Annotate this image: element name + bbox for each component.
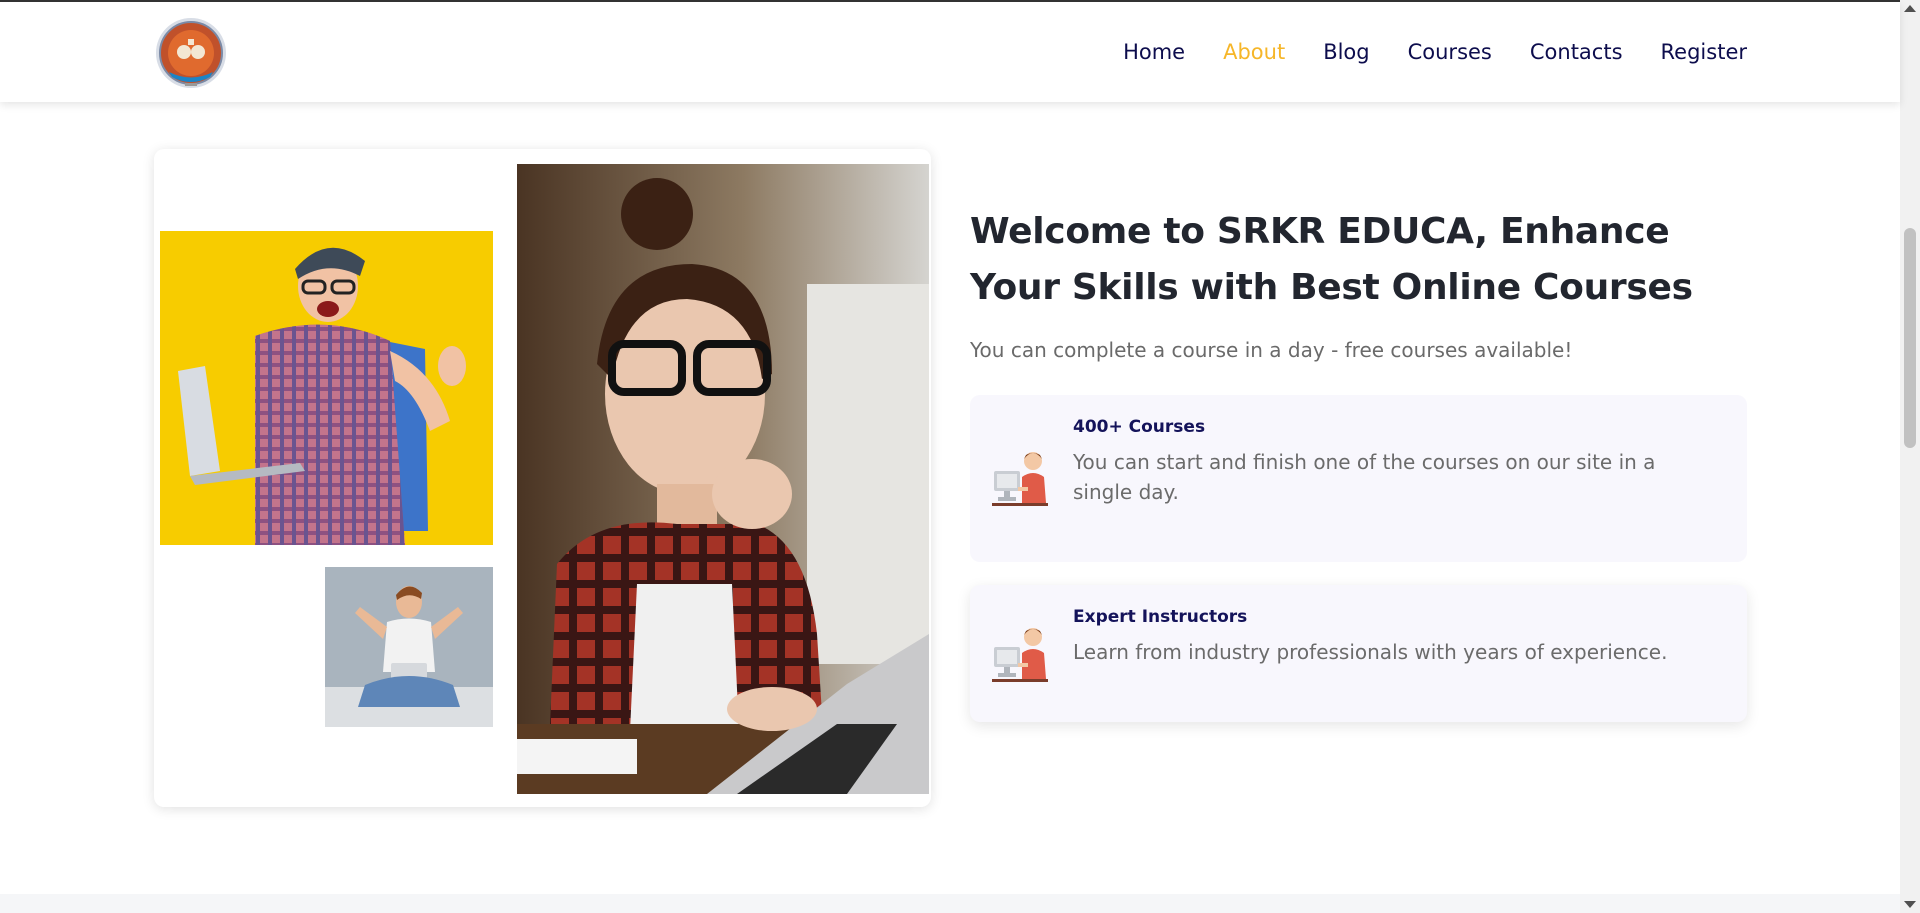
nav-courses-link[interactable]: Courses [1408,40,1492,64]
nav-contacts-link[interactable]: Contacts [1530,40,1623,64]
feature-text-courses: 400+ Courses You can start and finish on… [1073,417,1717,507]
feature-card-courses: 400+ Courses You can start and finish on… [970,395,1747,562]
about-headline: Welcome to SRKR EDUCA, Enhance Your Skil… [970,211,1693,308]
feature-description: You can start and finish one of the cour… [1073,450,1656,504]
feature-card-instructors: Expert Instructors Learn from industry p… [970,585,1747,722]
student-with-laptop-photo [160,231,493,545]
excited-man-photo [325,567,493,727]
woman-working-on-laptop-photo [517,164,929,794]
feature-title: Expert Instructors [1073,607,1248,627]
nav-blog-link[interactable]: Blog [1323,40,1369,64]
feature-title: 400+ Courses [1073,417,1206,437]
student-at-computer-icon [992,447,1048,507]
main-nav: Home About Blog Courses Contacts Registe… [1123,2,1747,102]
scrollbar-thumb[interactable] [1904,228,1916,448]
scroll-down-icon[interactable] [1904,901,1916,908]
feature-description: Learn from industry professionals with y… [1073,640,1668,664]
image-collage-card [154,149,931,807]
site-logo[interactable] [155,17,227,89]
page-scrollbar[interactable] [1900,0,1920,913]
student-at-computer-icon [992,623,1048,683]
feature-text-instructors: Expert Instructors Learn from industry p… [1073,607,1717,667]
college-seal-logo-icon [156,18,226,88]
about-section: Welcome to SRKR EDUCA, Enhance Your Skil… [0,102,1900,894]
site-header: Home About Blog Courses Contacts Registe… [0,2,1900,102]
about-subtext: You can complete a course in a day - fre… [970,338,1573,362]
nav-register-link[interactable]: Register [1661,40,1747,64]
next-section-band [0,894,1900,913]
scroll-up-icon[interactable] [1904,5,1916,12]
about-content: Welcome to SRKR EDUCA, Enhance Your Skil… [970,204,1750,362]
nav-about-link[interactable]: About [1223,40,1285,64]
nav-home-link[interactable]: Home [1123,40,1185,64]
